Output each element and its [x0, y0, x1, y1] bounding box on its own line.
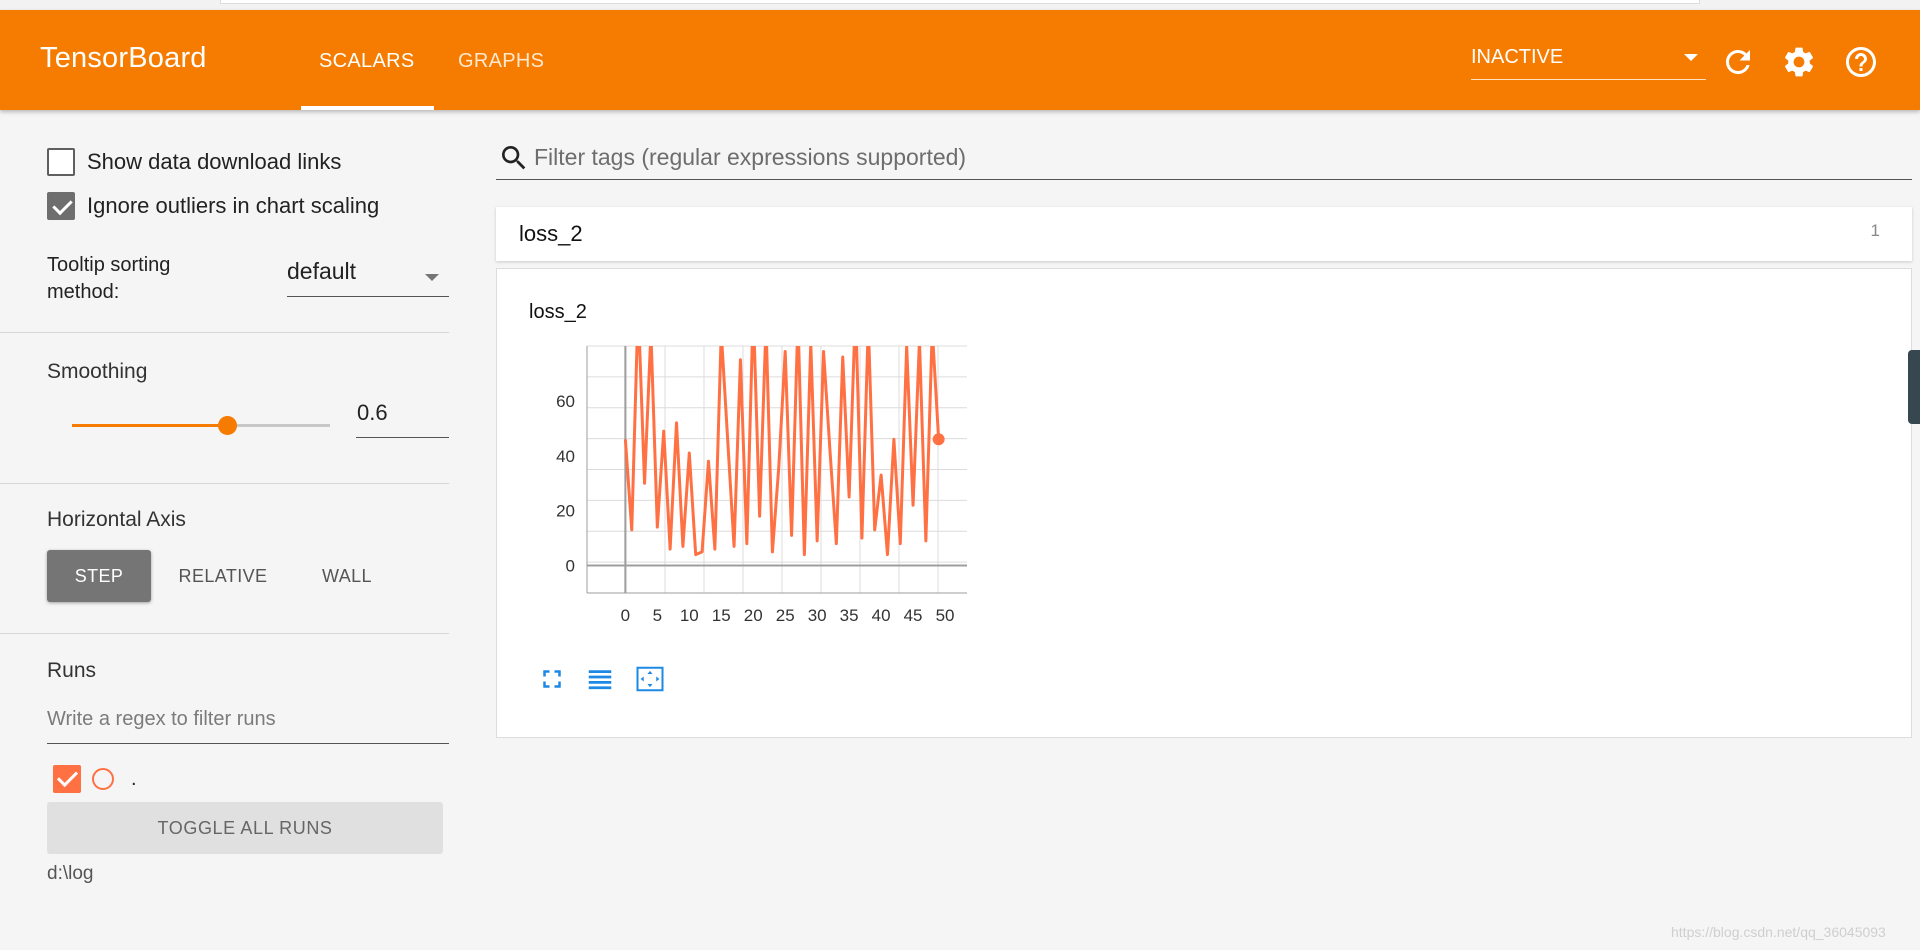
log-directory: d:\log: [47, 863, 94, 884]
chart-title: loss_2: [529, 301, 587, 323]
x-tick-label: 0: [621, 606, 630, 625]
run-item[interactable]: .: [53, 765, 137, 793]
loss-chart[interactable]: 0 20 40 60 0 5 10 15 20 25 30 35 40 45 50: [527, 329, 967, 654]
category-name: loss_2: [519, 221, 583, 246]
x-tick-label: 30: [808, 606, 827, 625]
filter-tags-placeholder: Filter tags (regular expressions support…: [534, 144, 967, 170]
horizontal-axis-title: Horizontal Axis: [47, 508, 186, 531]
y-tick-label: 0: [566, 557, 575, 576]
show-download-links-label: Show data download links: [87, 149, 342, 174]
run-checkbox[interactable]: [53, 765, 81, 793]
smoothing-slider[interactable]: [72, 416, 330, 435]
y-tick-label: 60: [556, 392, 575, 411]
y-tick-label: 40: [556, 447, 575, 466]
filter-tags-input[interactable]: Filter tags (regular expressions support…: [496, 138, 1912, 180]
divider: [0, 483, 449, 484]
tab-graphs[interactable]: GRAPHS: [458, 50, 544, 73]
x-tick-label: 5: [653, 606, 662, 625]
runs-filter-input[interactable]: Write a regex to filter runs: [47, 700, 449, 744]
smoothing-title: Smoothing: [47, 360, 148, 383]
x-tick-label: 50: [936, 606, 955, 625]
x-tick-label: 10: [680, 606, 699, 625]
x-tick-label: 25: [776, 606, 795, 625]
gear-icon[interactable]: [1781, 44, 1817, 80]
category-header[interactable]: loss_2 1: [496, 207, 1912, 261]
help-icon[interactable]: [1843, 44, 1879, 80]
run-radio-button[interactable]: [92, 768, 114, 790]
watermark-text: https://blog.csdn.net/qq_36045093: [1671, 924, 1886, 940]
sidebar: Show data download links Ignore outliers…: [0, 110, 449, 950]
fit-domain-icon[interactable]: [635, 664, 665, 694]
runs-filter-placeholder: Write a regex to filter runs: [47, 708, 276, 730]
smoothing-slider-fill: [72, 424, 227, 427]
fullscreen-icon[interactable]: [537, 664, 567, 694]
last-point-marker: [932, 433, 945, 446]
side-panel-handle[interactable]: [1908, 350, 1920, 424]
show-download-links-checkbox[interactable]: [47, 148, 75, 176]
x-tick-label: 40: [872, 606, 891, 625]
tab-scalars[interactable]: SCALARS: [319, 50, 414, 73]
toggle-all-runs-button[interactable]: TOGGLE ALL RUNS: [47, 802, 443, 854]
axis-step-button[interactable]: STEP: [47, 550, 151, 602]
tooltip-sorting-value: default: [287, 258, 357, 284]
chevron-down-icon: [425, 274, 439, 281]
x-tick-label: 35: [840, 606, 859, 625]
scalar-chart-card: loss_2 0 20 40 60 0 5 10 15 20 25 30 35 40 45 50: [496, 268, 1912, 738]
browser-address-bar[interactable]: [220, 0, 1700, 4]
browser-top-strip: [0, 0, 1920, 10]
y-tick-label: 20: [556, 502, 575, 521]
axis-wall-button[interactable]: WALL: [306, 550, 388, 602]
run-name: .: [131, 767, 137, 790]
divider: [0, 332, 449, 333]
log-scale-icon[interactable]: [585, 664, 615, 694]
ignore-outliers-option[interactable]: Ignore outliers in chart scaling: [47, 192, 379, 220]
x-tick-label: 45: [904, 606, 923, 625]
search-icon: [502, 146, 526, 170]
show-download-links-option[interactable]: Show data download links: [47, 148, 341, 176]
refresh-icon[interactable]: [1720, 44, 1756, 80]
ignore-outliers-checkbox[interactable]: [47, 192, 75, 220]
tooltip-sorting-label: Tooltip sorting method:: [47, 254, 171, 303]
smoothing-slider-thumb[interactable]: [217, 416, 237, 435]
x-tick-label: 15: [712, 606, 731, 625]
inactive-plugins-dropdown[interactable]: INACTIVE: [1471, 46, 1706, 80]
smoothing-value-input[interactable]: 0.6: [356, 400, 449, 438]
chevron-down-icon: [1684, 54, 1698, 61]
ignore-outliers-label: Ignore outliers in chart scaling: [87, 193, 380, 218]
runs-title: Runs: [47, 659, 97, 682]
divider: [0, 633, 449, 634]
tooltip-sorting-dropdown[interactable]: default: [287, 258, 449, 297]
inactive-dropdown-label: INACTIVE: [1471, 46, 1564, 68]
axis-relative-button[interactable]: RELATIVE: [168, 550, 278, 602]
app-title: TensorBoard: [40, 42, 207, 74]
x-tick-label: 20: [744, 606, 763, 625]
category-count: 1: [1870, 221, 1880, 240]
app-header: TensorBoard SCALARS GRAPHS INACTIVE: [0, 10, 1920, 110]
